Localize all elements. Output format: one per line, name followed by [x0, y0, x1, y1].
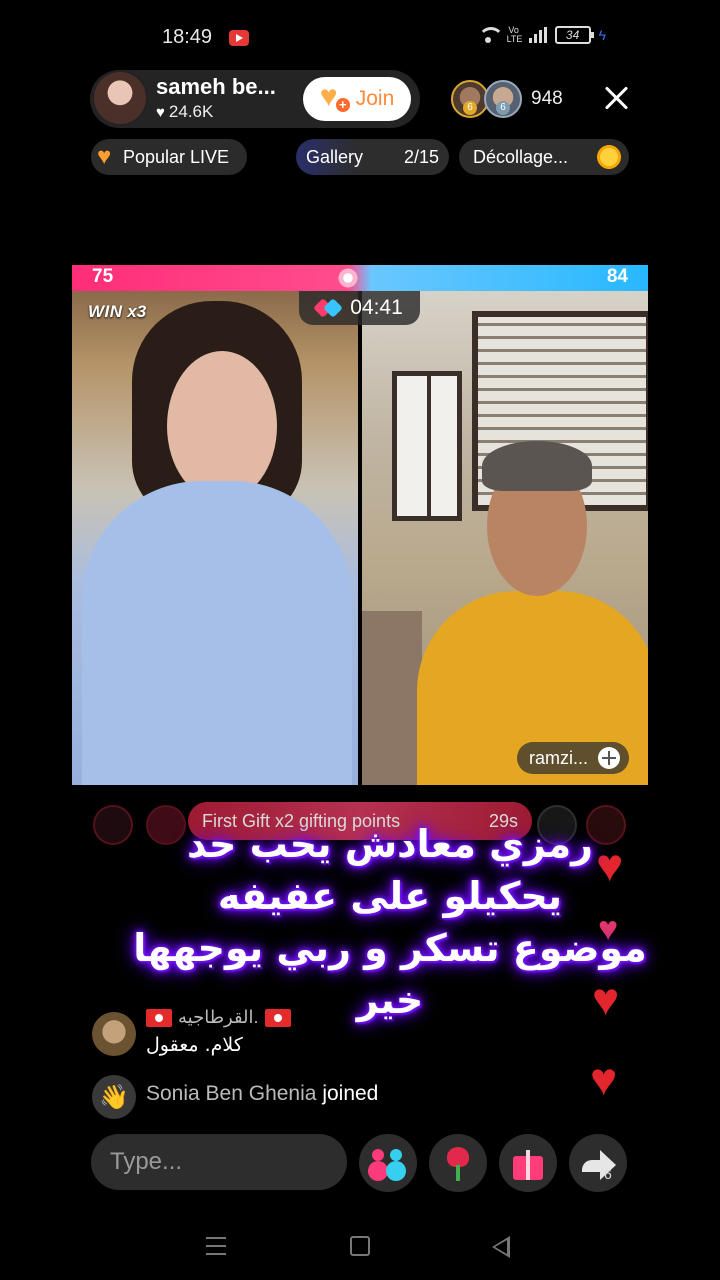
sun-icon: [595, 143, 623, 171]
wifi-icon: [477, 27, 504, 43]
comment-input[interactable]: Type...: [91, 1134, 347, 1190]
host-name[interactable]: sameh be...: [156, 74, 276, 100]
popular-live-label: Popular LIVE: [123, 146, 230, 167]
charging-icon: ϟ: [598, 27, 606, 43]
signal-icon: [528, 27, 547, 43]
decollage-chip[interactable]: Décollage...: [459, 139, 629, 175]
win-text: WIN: [88, 302, 123, 321]
host-likes-count: 24.6K: [168, 102, 214, 121]
score-left: 75: [92, 266, 114, 287]
overlay-caption: رمزي معادش يحب حد يحكيلو على عفيفه موضوع…: [110, 818, 670, 1026]
volte-icon: Vo LTE: [506, 25, 523, 44]
background-door: [392, 371, 462, 521]
heart-icon: ♥: [156, 103, 165, 121]
host-face: [167, 351, 277, 501]
popular-live-chip[interactable]: Popular LIVE: [91, 139, 247, 175]
joined-notice: Sonia Ben Ghenia joined: [146, 1082, 378, 1106]
back-icon[interactable]: [492, 1236, 510, 1258]
guest-name: ramzi...: [529, 747, 589, 768]
viewer-rank-badge: 6: [496, 101, 510, 115]
recents-icon[interactable]: [206, 1237, 226, 1255]
share-count: 6: [604, 1166, 612, 1182]
close-icon[interactable]: [600, 82, 632, 114]
battle-score-bar: [72, 265, 648, 291]
floating-heart-icon: ♥: [590, 1053, 618, 1105]
heart-flame-icon: [97, 146, 119, 168]
home-icon[interactable]: [350, 1236, 370, 1256]
rose-gift-button[interactable]: [429, 1134, 487, 1192]
joined-user[interactable]: Sonia Ben Ghenia: [146, 1082, 316, 1105]
status-bar: 18:49 Vo LTE 34 ϟ: [0, 0, 720, 78]
battle-timer-value: 04:41: [350, 296, 403, 319]
host-likes: ♥ 24.6K: [156, 102, 213, 122]
join-heart-icon: [320, 84, 350, 112]
wave-hand-icon[interactable]: 👋: [92, 1075, 136, 1119]
guest-hair: [482, 441, 592, 491]
win-multiplier: x3: [127, 302, 147, 321]
multi-guest-icon: [370, 1147, 406, 1179]
viewer-count[interactable]: 948: [531, 88, 563, 110]
tunisia-flag-icon: [146, 1008, 172, 1027]
rose-icon: [441, 1145, 475, 1181]
gift-button[interactable]: [499, 1134, 557, 1192]
background-sofa: [362, 611, 422, 785]
caption-line: يحكيلو على عفيفه: [217, 874, 563, 918]
status-icons: Vo LTE 34 ϟ: [477, 26, 606, 44]
host-video-feed[interactable]: [72, 291, 358, 785]
gallery-label: Gallery: [306, 146, 364, 167]
joined-action: joined: [322, 1082, 379, 1105]
caption-line: رمزي معادش يحب حد: [187, 822, 593, 866]
gallery-count: 2/15: [403, 146, 439, 167]
status-time: 18:49: [162, 26, 213, 48]
decollage-label: Décollage...: [473, 146, 569, 167]
share-button[interactable]: [569, 1134, 627, 1192]
battery-icon: 34: [554, 26, 594, 44]
tunisia-flag-icon: [264, 1008, 291, 1027]
guest-video-feed[interactable]: [362, 291, 648, 785]
follow-plus-icon[interactable]: [598, 747, 621, 769]
score-spark-icon: [338, 266, 358, 290]
commenter-avatar[interactable]: [92, 1012, 136, 1056]
join-button[interactable]: Join: [303, 77, 411, 121]
comment-text: كلام. معقول: [146, 1034, 243, 1056]
multi-guest-button[interactable]: [359, 1134, 417, 1192]
win-streak-label: WIN x3: [88, 302, 146, 322]
host-avatar[interactable]: [92, 70, 148, 126]
host-body: [82, 481, 352, 785]
battle-timer: 04:41: [299, 291, 420, 325]
gallery-chip[interactable]: Gallery 2/15: [296, 139, 449, 175]
viewer-rank-badge: 6: [463, 101, 477, 115]
battle-icon: [316, 299, 342, 317]
score-right: 84: [606, 266, 628, 287]
commenter-username: القرطاجيه.: [178, 1007, 259, 1027]
guest-name-tag[interactable]: ramzi...: [517, 742, 629, 774]
gift-box-icon: [511, 1146, 545, 1180]
commenter-name[interactable]: القرطاجيه.: [146, 1007, 291, 1028]
join-label: Join: [355, 87, 395, 110]
youtube-notification-icon: [229, 30, 249, 46]
